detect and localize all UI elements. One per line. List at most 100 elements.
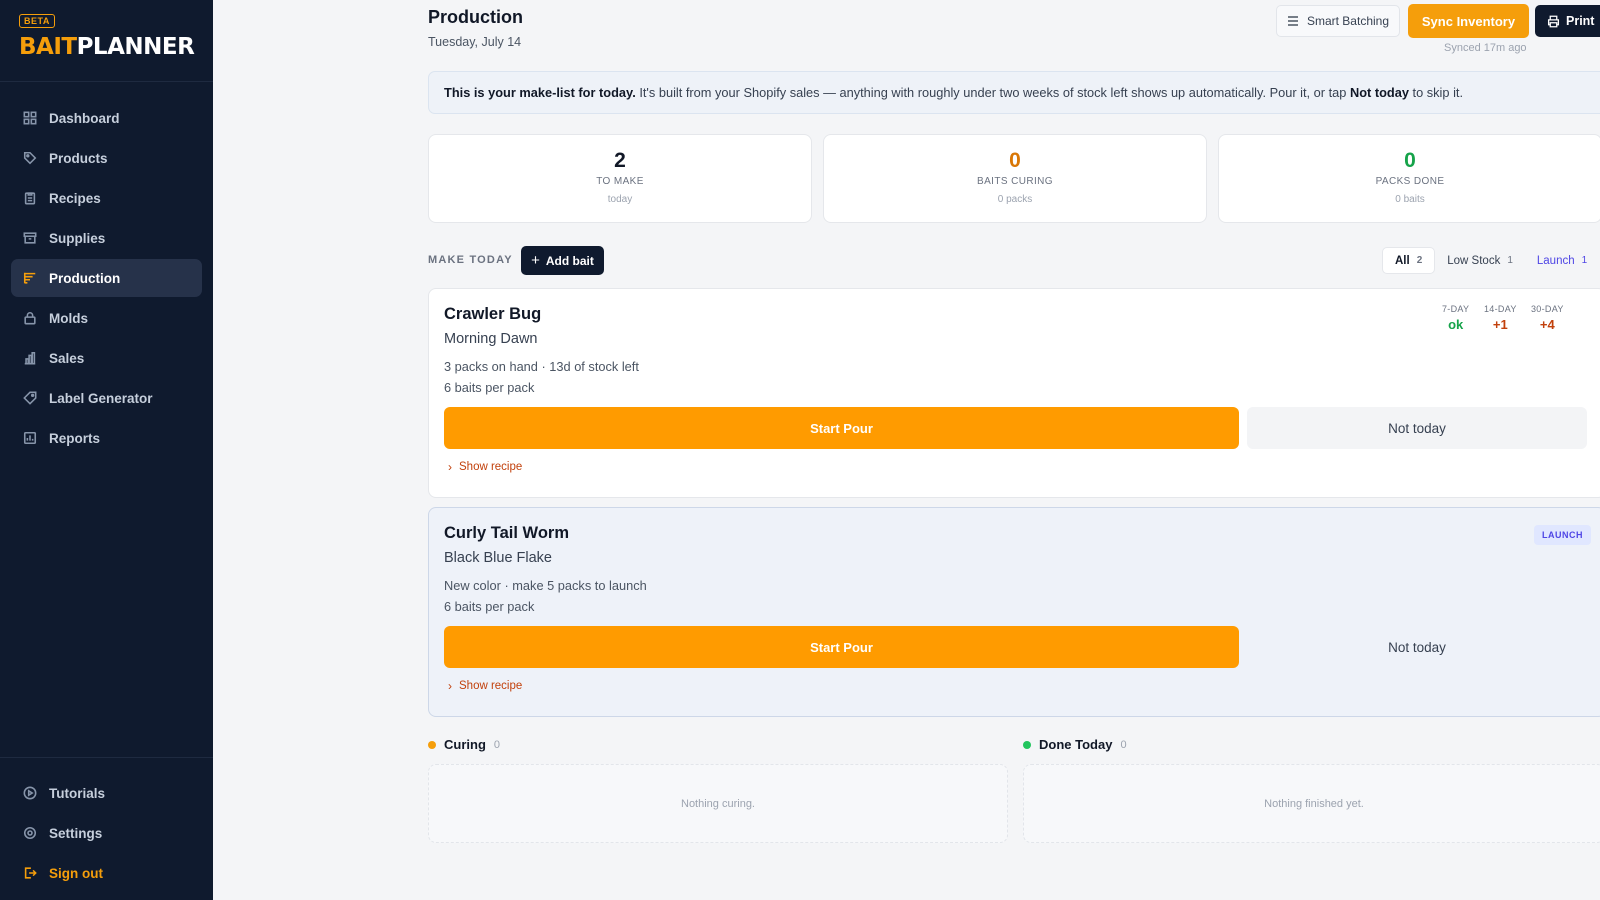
sidebar-bottom: Tutorials Settings Sign out (0, 757, 213, 900)
brand: BETA BAITPLANNER (0, 0, 213, 82)
filter-tabs: All 2 Low Stock 1 Launch 1 (1382, 247, 1599, 274)
banner-tail: to skip it. (1408, 85, 1464, 100)
make-today-label: MAKE TODAY (428, 254, 513, 266)
filter-count: 1 (1507, 255, 1513, 266)
stat-sub: today (607, 194, 633, 205)
bait-stock-info: New color · make 5 packs to launch (444, 578, 647, 593)
banner-lead: This is your make-list for today. (444, 85, 636, 100)
filter-low-stock[interactable]: Low Stock 1 (1435, 247, 1525, 274)
sidebar: BETA BAITPLANNER Dashboard Products Reci… (0, 0, 213, 900)
curing-title: Curing (444, 737, 486, 752)
main-content: Production Tuesday, July 14 Smart Batchi… (428, 0, 1600, 900)
bait-color: Morning Dawn (444, 331, 538, 347)
sidebar-item-label-generator[interactable]: Label Generator (11, 379, 202, 417)
launch-badge: LAUNCH (1534, 525, 1591, 545)
info-banner: This is your make-list for today. It's b… (428, 71, 1600, 114)
stat-sub: 0 baits (1395, 194, 1425, 205)
done-title: Done Today (1039, 737, 1113, 752)
stat-label: PACKS DONE (1375, 176, 1445, 187)
done-count: 0 (1120, 738, 1127, 751)
sidebar-item-molds[interactable]: Molds (11, 299, 202, 337)
filter-count: 2 (1416, 255, 1423, 266)
curing-header: Curing 0 (428, 737, 500, 752)
add-bait-button[interactable]: + Add bait (521, 246, 604, 275)
stat-value: 2 (614, 149, 626, 172)
bait-card-crawler-bug: Crawler Bug Morning Dawn 3 packs on hand… (428, 288, 1600, 498)
stat-to-make: 2 TO MAKE today (428, 134, 812, 223)
trend-30-day: 30-DAY +4 (1531, 304, 1564, 332)
play-circle-icon (23, 786, 37, 800)
sidebar-item-label: Tutorials (49, 785, 106, 801)
trend-label: 30-DAY (1531, 304, 1564, 314)
bait-pack-info: 6 baits per pack (444, 380, 535, 395)
bait-pack-info: 6 baits per pack (444, 599, 535, 614)
smart-batching-label: Smart Batching (1306, 14, 1390, 28)
stat-baits-curing: 0 BAITS CURING 0 packs (823, 134, 1207, 223)
sidebar-item-production[interactable]: Production (11, 259, 202, 297)
sync-status: Synced 17m ago (1444, 42, 1527, 54)
filter-all[interactable]: All 2 (1382, 247, 1436, 274)
sign-out-button[interactable]: Sign out (11, 854, 202, 892)
show-recipe-toggle[interactable]: › Show recipe (448, 460, 522, 474)
bait-color: Black Blue Flake (444, 550, 552, 566)
start-pour-button[interactable]: Start Pour (444, 407, 1239, 449)
label-icon (23, 391, 37, 405)
bait-stock-info: 3 packs on hand · 13d of stock left (444, 359, 639, 374)
sidebar-item-label: Sign out (49, 865, 103, 881)
printer-icon (1547, 15, 1560, 28)
clipboard-icon (23, 191, 37, 205)
filter-label: Low Stock (1447, 254, 1501, 267)
filter-label: Launch (1536, 254, 1575, 267)
print-button[interactable]: Print (1535, 5, 1600, 37)
start-pour-button[interactable]: Start Pour (444, 626, 1239, 668)
sidebar-item-tutorials[interactable]: Tutorials (11, 774, 202, 812)
sidebar-item-label: Label Generator (49, 390, 153, 406)
sidebar-item-label: Dashboard (49, 110, 120, 126)
sync-inventory-button[interactable]: Sync Inventory (1408, 4, 1529, 38)
sidebar-item-dashboard[interactable]: Dashboard (11, 99, 202, 137)
filter-launch[interactable]: Launch 1 (1525, 247, 1599, 274)
trend-label: 7-DAY (1442, 304, 1470, 314)
sidebar-item-recipes[interactable]: Recipes (11, 179, 202, 217)
sidebar-item-products[interactable]: Products (11, 139, 202, 177)
trend-value: +4 (1539, 317, 1555, 332)
beta-badge: BETA (19, 14, 55, 28)
add-bait-label: Add bait (545, 253, 594, 268)
status-dot (428, 740, 436, 749)
sidebar-item-label: Production (49, 270, 121, 286)
curing-count: 0 (493, 738, 501, 751)
not-today-button[interactable]: Not today (1247, 407, 1587, 449)
sidebar-item-reports[interactable]: Reports (11, 419, 202, 457)
app-logo[interactable]: BAITPLANNER (19, 33, 195, 61)
sign-out-icon (23, 866, 37, 880)
show-recipe-toggle[interactable]: › Show recipe (448, 679, 522, 693)
banner-text: It's built from your Shopify sales — any… (635, 85, 1350, 100)
sidebar-item-sales[interactable]: Sales (11, 339, 202, 377)
report-icon (23, 431, 37, 445)
trend-value: +1 (1492, 317, 1508, 332)
list-icon (23, 271, 37, 285)
bar-chart-icon (23, 351, 37, 365)
sidebar-item-settings[interactable]: Settings (11, 814, 202, 852)
stat-packs-done: 0 PACKS DONE 0 baits (1218, 134, 1600, 223)
stat-sub: 0 packs (997, 194, 1033, 205)
sidebar-item-label: Recipes (49, 190, 101, 206)
stat-value: 0 (1009, 149, 1021, 172)
gear-icon (23, 826, 37, 840)
trend-value: ok (1448, 317, 1464, 332)
smart-batching-button[interactable]: Smart Batching (1276, 5, 1400, 37)
trend-7-day: 7-DAY ok (1442, 304, 1469, 332)
banner-emph: Not today (1349, 85, 1409, 100)
sidebar-item-supplies[interactable]: Supplies (11, 219, 202, 257)
print-label: Print (1566, 14, 1595, 28)
not-today-button[interactable]: Not today (1247, 626, 1587, 668)
archive-icon (23, 231, 37, 245)
bait-name: Crawler Bug (444, 305, 542, 323)
sidebar-item-label: Reports (49, 430, 101, 446)
stat-value: 0 (1404, 149, 1416, 172)
sidebar-item-label: Settings (49, 825, 103, 841)
trend-14-day: 14-DAY +1 (1484, 304, 1517, 332)
bait-name: Curly Tail Worm (444, 524, 569, 542)
stat-label: TO MAKE (596, 176, 644, 187)
done-today-header: Done Today 0 (1023, 737, 1127, 752)
